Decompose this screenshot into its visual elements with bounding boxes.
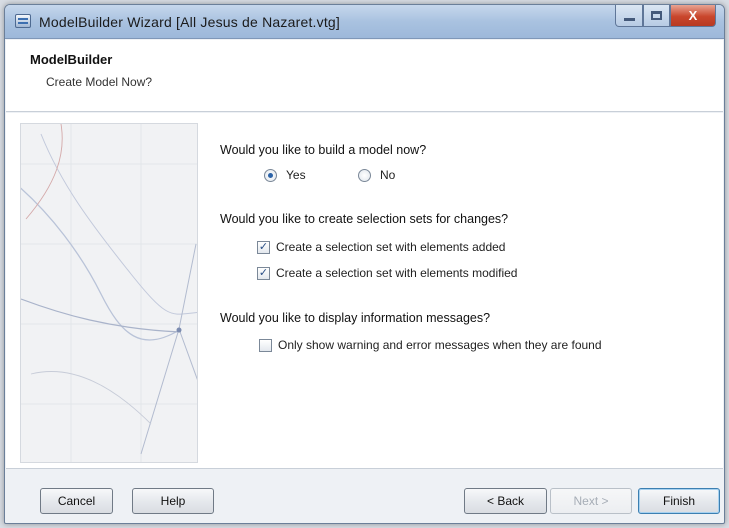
question-info-messages: Would you like to display information me…: [220, 311, 491, 325]
window-title: ModelBuilder Wizard [All Jesus de Nazare…: [39, 14, 340, 30]
back-button[interactable]: < Back: [464, 488, 547, 514]
next-button[interactable]: Next >: [550, 488, 632, 514]
wizard-window: ModelBuilder Wizard [All Jesus de Nazare…: [4, 4, 725, 524]
wizard-footer: Cancel Help < Back Next > Finish: [6, 468, 723, 522]
checkbox-empty[interactable]: [259, 338, 272, 352]
title-bar[interactable]: ModelBuilder Wizard [All Jesus de Nazare…: [5, 5, 724, 39]
map-preview-graphic: [21, 124, 197, 462]
close-icon: X: [688, 8, 698, 23]
checkbox-warning-errors-label: Only show warning and error messages whe…: [278, 338, 602, 352]
app-icon: [15, 14, 31, 28]
check-icon[interactable]: ✓: [257, 266, 270, 280]
radio-yes-label: Yes: [286, 168, 306, 182]
minimize-icon: [623, 18, 635, 21]
question-build-model: Would you like to build a model now?: [220, 143, 427, 157]
check-icon[interactable]: ✓: [257, 240, 270, 254]
radio-yes[interactable]: Yes: [264, 168, 306, 182]
help-button[interactable]: Help: [132, 488, 214, 514]
radio-no[interactable]: No: [358, 168, 395, 182]
wizard-header: ModelBuilder Create Model Now?: [6, 40, 723, 112]
checkbox-elements-added[interactable]: ✓ Create a selection set with elements a…: [257, 240, 505, 254]
checkbox-elements-added-label: Create a selection set with elements add…: [276, 240, 506, 254]
finish-button[interactable]: Finish: [638, 488, 720, 514]
minimize-button[interactable]: [615, 5, 643, 27]
map-preview-image: [20, 123, 198, 463]
checkbox-warning-errors[interactable]: Only show warning and error messages whe…: [259, 338, 602, 352]
page-subtitle: Create Model Now?: [46, 75, 153, 89]
window-controls: X: [615, 5, 716, 27]
question-selection-sets: Would you like to create selection sets …: [220, 212, 509, 226]
wizard-content: Would you like to build a model now? Yes…: [6, 113, 723, 468]
maximize-button[interactable]: [643, 5, 670, 27]
maximize-icon: [651, 11, 662, 20]
checkbox-elements-modified[interactable]: ✓ Create a selection set with elements m…: [257, 266, 517, 280]
radio-yes-indicator[interactable]: [264, 168, 277, 182]
cancel-button[interactable]: Cancel: [40, 488, 113, 514]
checkbox-elements-modified-label: Create a selection set with elements mod…: [276, 266, 518, 280]
radio-no-indicator[interactable]: [358, 168, 371, 182]
page-title: ModelBuilder: [30, 52, 113, 67]
close-button[interactable]: X: [670, 5, 716, 27]
radio-no-label: No: [380, 168, 396, 182]
